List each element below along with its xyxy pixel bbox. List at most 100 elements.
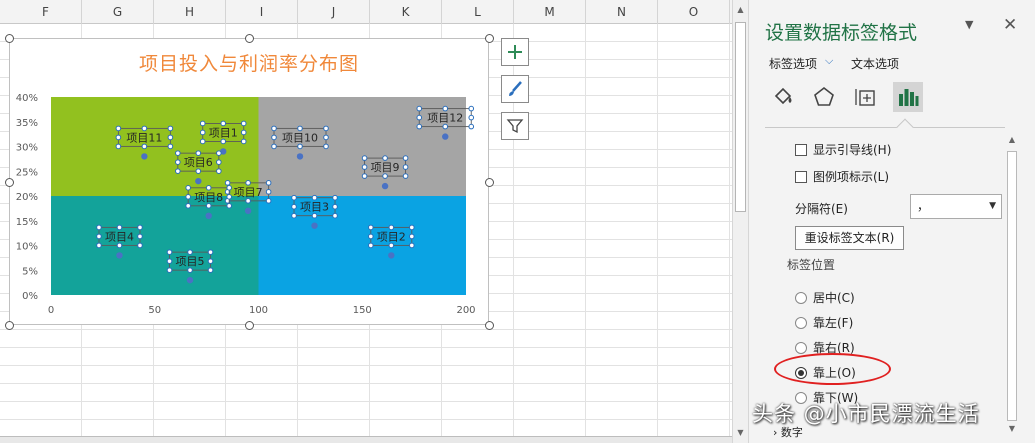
label-resize-handle[interactable] bbox=[216, 150, 222, 156]
position-center-radio[interactable]: 居中(C) bbox=[795, 289, 855, 306]
label-resize-handle[interactable] bbox=[96, 242, 102, 249]
label-resize-handle[interactable] bbox=[382, 173, 388, 179]
label-resize-handle[interactable] bbox=[185, 194, 191, 200]
column-header[interactable]: N bbox=[586, 0, 658, 24]
column-header[interactable]: F bbox=[10, 0, 82, 24]
label-resize-handle[interactable] bbox=[167, 125, 174, 132]
label-resize-handle[interactable] bbox=[187, 249, 193, 255]
scroll-up-arrow-icon[interactable]: ▲ bbox=[733, 2, 748, 18]
label-resize-handle[interactable] bbox=[195, 150, 202, 156]
label-resize-handle[interactable] bbox=[240, 120, 247, 127]
label-resize-handle[interactable] bbox=[166, 267, 173, 273]
data-point[interactable] bbox=[381, 182, 389, 190]
quadrant-area[interactable] bbox=[258, 196, 467, 295]
label-resize-handle[interactable] bbox=[361, 173, 368, 179]
scroll-thumb[interactable] bbox=[735, 22, 746, 212]
label-resize-handle[interactable] bbox=[297, 143, 303, 150]
sheet-tabs-bar[interactable] bbox=[0, 436, 732, 443]
column-header[interactable]: M bbox=[514, 0, 586, 24]
checkbox-box[interactable] bbox=[795, 143, 807, 156]
label-resize-handle[interactable] bbox=[409, 242, 415, 249]
column-header[interactable]: O bbox=[658, 0, 730, 24]
data-point[interactable] bbox=[186, 276, 194, 284]
label-resize-handle[interactable] bbox=[442, 123, 449, 130]
label-resize-handle[interactable] bbox=[224, 180, 231, 186]
data-label[interactable]: 项目2 bbox=[377, 230, 406, 243]
label-resize-handle[interactable] bbox=[416, 105, 423, 112]
label-resize-handle[interactable] bbox=[167, 134, 174, 141]
label-resize-handle[interactable] bbox=[205, 185, 212, 191]
chart-styles-button[interactable] bbox=[501, 75, 529, 103]
label-resize-handle[interactable] bbox=[166, 258, 173, 264]
column-header[interactable]: J bbox=[298, 0, 370, 24]
label-resize-handle[interactable] bbox=[207, 267, 214, 273]
label-resize-handle[interactable] bbox=[271, 134, 277, 141]
label-resize-handle[interactable] bbox=[388, 242, 395, 249]
label-resize-handle[interactable] bbox=[226, 194, 232, 200]
position-left-radio[interactable]: 靠左(F) bbox=[795, 314, 853, 331]
checkbox-box[interactable] bbox=[795, 170, 807, 183]
chart-resize-handle[interactable] bbox=[5, 34, 14, 43]
label-resize-handle[interactable] bbox=[245, 180, 251, 186]
pane-options-dropdown-icon[interactable]: ▼ bbox=[965, 18, 973, 31]
label-resize-handle[interactable] bbox=[137, 224, 143, 231]
label-resize-handle[interactable] bbox=[226, 203, 232, 209]
column-header[interactable]: H bbox=[154, 0, 226, 24]
chart-elements-button[interactable] bbox=[501, 38, 529, 66]
data-label[interactable]: 项目6 bbox=[184, 156, 213, 169]
label-resize-handle[interactable] bbox=[185, 185, 191, 191]
label-resize-handle[interactable] bbox=[220, 120, 227, 127]
label-resize-handle[interactable] bbox=[402, 155, 409, 161]
data-label[interactable]: 项目3 bbox=[300, 201, 329, 214]
label-resize-handle[interactable] bbox=[409, 233, 415, 240]
label-resize-handle[interactable] bbox=[199, 138, 206, 145]
label-resize-handle[interactable] bbox=[291, 212, 297, 219]
label-resize-handle[interactable] bbox=[361, 155, 368, 161]
label-resize-handle[interactable] bbox=[265, 189, 272, 195]
label-resize-handle[interactable] bbox=[195, 168, 202, 174]
chart-resize-handle[interactable] bbox=[245, 321, 254, 330]
label-resize-handle[interactable] bbox=[187, 267, 193, 273]
label-resize-handle[interactable] bbox=[116, 224, 123, 231]
label-resize-handle[interactable] bbox=[115, 143, 122, 150]
label-resize-handle[interactable] bbox=[368, 233, 374, 240]
chart-object[interactable]: 项目投入与利润率分布图 0% 5% 10% 15% 20% 25% 30% 35% 40% 0 50… bbox=[5, 34, 494, 330]
show-leader-lines-checkbox[interactable]: 显示引导线(H) bbox=[795, 141, 891, 158]
data-point[interactable] bbox=[442, 133, 449, 140]
label-resize-handle[interactable] bbox=[323, 125, 329, 132]
chart-resize-handle[interactable] bbox=[485, 177, 494, 187]
chevron-down-icon[interactable]: ▼ bbox=[989, 195, 996, 218]
tab-text-options[interactable]: 文本选项 bbox=[851, 55, 899, 72]
label-resize-handle[interactable] bbox=[175, 159, 181, 165]
reset-label-text-button[interactable]: 重设标签文本(R) bbox=[795, 226, 904, 250]
data-point[interactable] bbox=[116, 252, 123, 259]
label-resize-handle[interactable] bbox=[382, 155, 388, 161]
label-resize-handle[interactable] bbox=[468, 123, 475, 130]
scroll-down-arrow-icon[interactable]: ▼ bbox=[733, 425, 748, 441]
label-resize-handle[interactable] bbox=[468, 114, 475, 121]
radio-button[interactable] bbox=[795, 341, 807, 354]
sheet-vertical-scrollbar[interactable]: ▲ ▼ bbox=[732, 0, 748, 443]
spreadsheet-area[interactable]: FGHIJKLMNO 项目投入与利润率分布图 0% 5% 10% 15% 20% 25% 3… bbox=[0, 0, 732, 443]
label-resize-handle[interactable] bbox=[175, 168, 181, 174]
label-resize-handle[interactable] bbox=[265, 180, 272, 186]
label-resize-handle[interactable] bbox=[323, 134, 329, 141]
chart-resize-handle[interactable] bbox=[485, 34, 494, 43]
data-point[interactable] bbox=[244, 207, 252, 215]
label-resize-handle[interactable] bbox=[271, 143, 277, 150]
label-resize-handle[interactable] bbox=[361, 164, 368, 170]
scroll-down-arrow-icon[interactable]: ▼ bbox=[1005, 424, 1019, 433]
label-resize-handle[interactable] bbox=[185, 203, 191, 209]
label-resize-handle[interactable] bbox=[271, 125, 277, 132]
label-resize-handle[interactable] bbox=[199, 120, 206, 127]
label-resize-handle[interactable] bbox=[368, 242, 374, 249]
label-resize-handle[interactable] bbox=[332, 203, 338, 210]
label-resize-handle[interactable] bbox=[205, 203, 212, 209]
scatter-plot[interactable]: 0% 5% 10% 15% 20% 25% 30% 35% 40% 0 50 100 150 200 项目1… bbox=[10, 39, 490, 326]
label-resize-handle[interactable] bbox=[116, 242, 123, 249]
column-header[interactable]: G bbox=[82, 0, 154, 24]
label-resize-handle[interactable] bbox=[141, 143, 148, 150]
chart-resize-handle[interactable] bbox=[485, 321, 494, 330]
label-options-tab[interactable] bbox=[893, 82, 923, 112]
label-resize-handle[interactable] bbox=[368, 224, 374, 231]
